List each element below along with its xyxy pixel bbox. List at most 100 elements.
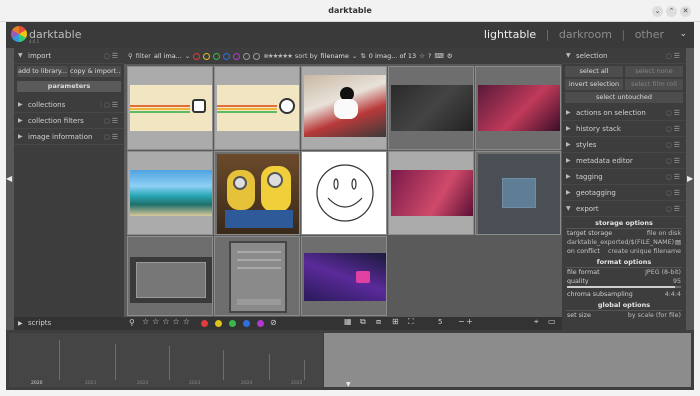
thumbnail[interactable] [127,66,213,150]
chevron-down-icon[interactable]: ⌄ [352,52,357,60]
parameters-button[interactable]: parameters [17,81,121,92]
module-icons[interactable]: ◌☰ [666,48,682,64]
file-format-combo[interactable]: file format JPEG (8-bit) [562,268,686,277]
close-button[interactable]: ✕ [680,6,691,17]
zoom-value[interactable]: 5 [438,318,442,326]
module-export[interactable]: ▼ export ◌☰ [562,201,686,217]
module-image-information[interactable]: ▶ image information ◌☰ [14,129,124,145]
quality-slider[interactable] [567,286,681,288]
culling-dynamic-icon[interactable]: ⊞ [392,317,399,326]
thumbnail[interactable] [301,236,387,316]
set-size-combo[interactable]: set size by scale (for file) [562,311,686,320]
collapse-left-arrow-icon[interactable]: ◀ [6,174,12,183]
module-icons[interactable]: ◌☰ [666,137,682,153]
chroma-subsampling-combo[interactable]: chroma subsampling 4:4:4 [562,290,686,299]
color-label-gray-icon[interactable] [243,52,251,60]
color-red-icon[interactable] [201,320,208,327]
module-icons[interactable]: ◌☰ [666,169,682,185]
thumbnail[interactable] [301,151,387,235]
color-label-yellow-icon[interactable] [203,52,211,60]
culling-layout-icon[interactable]: ⧈ [376,317,381,327]
module-icons[interactable]: ◌☰ [666,185,682,201]
thumbnail[interactable] [301,66,387,150]
thumbnail[interactable] [127,236,213,316]
gear-icon[interactable]: ⚙ [447,52,453,60]
target-storage-combo[interactable]: target storage file on disk [562,229,686,238]
select-film-roll-button[interactable]: select film roll [625,79,683,90]
module-collection-filters[interactable]: ▶ collection filters ◌☰ [14,113,124,129]
thumbnail[interactable] [475,66,561,150]
star-reject-icon[interactable]: ⚲ [129,318,135,327]
color-purple-icon[interactable] [257,320,264,327]
focus-peaking-icon[interactable]: ⌖ [534,317,539,327]
add-to-library-button[interactable]: add to library... [17,66,68,77]
module-selection[interactable]: ▼ selection ◌☰ [562,48,686,64]
chevron-down-icon[interactable]: ⌄ [185,52,190,60]
rating-filter-stars-icon[interactable]: ⊗★★★★★ [263,52,293,60]
preview-icon[interactable]: ⛶ [408,317,414,327]
module-icons[interactable]: ◌☰ [104,129,120,145]
color-label-none-icon[interactable] [253,52,261,60]
module-icons[interactable]: ◌☰ [666,105,682,121]
rating-stars-icon[interactable]: ☆☆☆☆☆ [142,317,193,326]
color-label-green-icon[interactable] [213,52,221,60]
module-icons[interactable]: ◌☰ [666,121,682,137]
thumbnail[interactable] [388,66,474,150]
module-icons[interactable]: ⫶◌☰ [100,97,120,113]
star-icon[interactable]: ☆ [419,52,425,60]
timeline-selection-area[interactable] [324,333,691,387]
zoom-out-button[interactable]: − [458,317,465,326]
collapse-bottom-arrow-icon[interactable]: ▼ [346,381,351,388]
color-blue-icon[interactable] [243,320,250,327]
collapse-right-arrow-icon[interactable]: ▶ [687,174,693,183]
color-green-icon[interactable] [229,320,236,327]
select-all-button[interactable]: select all [565,66,623,77]
color-label-blue-icon[interactable] [223,52,231,60]
module-scripts[interactable]: ▶ scripts [14,317,124,330]
view-darkroom[interactable]: darkroom [559,28,612,41]
zoom-in-button[interactable]: + [466,317,473,326]
export-path-field[interactable]: darktable_exported/$(FILE_NAME) ▤ [562,238,686,247]
thumbnail[interactable] [214,151,300,235]
module-icons[interactable]: ◌☰ [666,153,682,169]
module-icons[interactable]: ◌☰ [666,201,682,217]
quality-slider-row[interactable]: quality 95 [562,277,686,286]
thumbnail[interactable] [388,151,474,235]
filemanager-layout-icon[interactable]: ▦ [344,317,352,326]
filter-icon[interactable]: ⚲ [128,52,133,60]
module-icons[interactable]: ◌☰ [104,113,120,129]
view-other[interactable]: other [635,28,664,41]
module-geotagging[interactable]: ▶ geotagging ◌☰ [562,185,686,201]
help-icon[interactable]: ? [428,52,431,60]
thumbnail[interactable] [475,151,561,235]
color-label-red-icon[interactable] [193,52,201,60]
view-lighttable[interactable]: lighttable [484,28,536,41]
maximize-button[interactable]: ⌃ [666,6,677,17]
sort-order-icon[interactable]: ⇅ [360,52,365,60]
thumbnail[interactable] [214,66,300,150]
module-styles[interactable]: ▶ styles ◌☰ [562,137,686,153]
module-collections[interactable]: ▶ collections ⫶◌☰ [14,97,124,113]
timeline[interactable]: 2020 2021 2022 2023 2024 2025 [9,333,323,387]
module-history-stack[interactable]: ▶ history stack ◌☰ [562,121,686,137]
thumbnail[interactable] [127,151,213,235]
thumbnail[interactable] [214,236,300,316]
color-yellow-icon[interactable] [215,320,222,327]
invert-selection-button[interactable]: invert selection [565,79,623,90]
copy-import-button[interactable]: copy & import... [70,66,121,77]
filter-dropdown[interactable]: all ima... [154,52,182,60]
select-untouched-button[interactable]: select untouched [565,92,683,103]
display-profile-icon[interactable]: ▭ [548,317,556,326]
shortcuts-icon[interactable]: ⌨ [434,52,443,60]
module-tagging[interactable]: ▶ tagging ◌☰ [562,169,686,185]
select-none-button[interactable]: select none [625,66,683,77]
module-import[interactable]: ▼ import ◌☰ [14,48,124,64]
sort-dropdown[interactable]: filename [321,52,349,60]
color-label-purple-icon[interactable] [233,52,241,60]
zoomable-layout-icon[interactable]: ⧉ [360,317,366,327]
module-reset-presets-icon[interactable]: ◌☰ [104,48,120,64]
folder-icon[interactable]: ▤ [675,239,681,246]
minimize-button[interactable]: ⌄ [652,6,663,17]
module-metadata-editor[interactable]: ▶ metadata editor ◌☰ [562,153,686,169]
on-conflict-combo[interactable]: on conflict create unique filename [562,247,686,256]
